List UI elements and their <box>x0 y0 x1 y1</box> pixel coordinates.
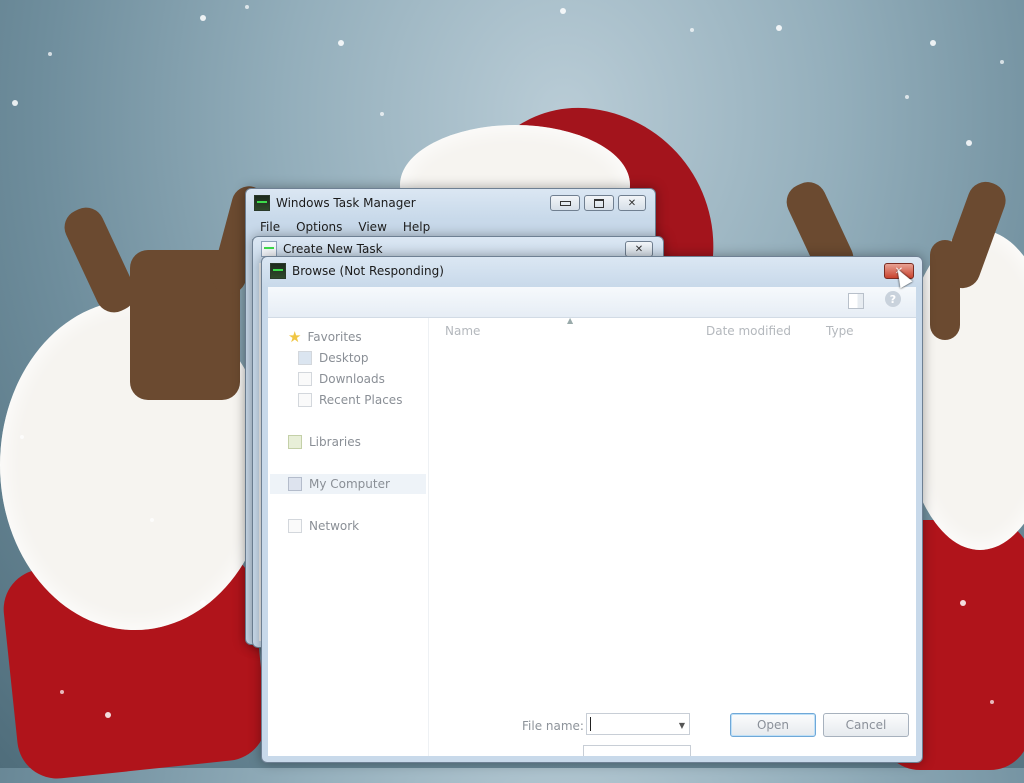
close-icon: ✕ <box>627 197 637 209</box>
create-new-task-close-button[interactable]: ✕ <box>625 241 653 257</box>
browse-title: Browse (Not Responding) <box>292 264 444 278</box>
column-name[interactable]: Name <box>445 324 480 338</box>
file-name-input[interactable]: ▼ <box>586 713 690 735</box>
file-type-filter[interactable] <box>583 745 691 756</box>
task-manager-menubar: File Options View Help <box>252 217 649 237</box>
nav-downloads-label: Downloads <box>319 372 385 386</box>
maximize-button[interactable] <box>584 195 614 211</box>
cancel-button[interactable]: Cancel <box>823 713 909 737</box>
browse-toolbar: ? <box>268 287 916 318</box>
preview-pane-icon[interactable] <box>848 293 864 309</box>
file-list[interactable]: Name ▲ Date modified Type <box>430 316 916 711</box>
menu-help[interactable]: Help <box>395 220 438 234</box>
nav-favorites-label: Favorites <box>307 330 362 344</box>
dialog-footer: File name: ▼ Open Cancel <box>268 711 916 756</box>
nav-downloads[interactable]: Downloads <box>298 369 385 389</box>
browse-content: ★ Favorites Desktop Downloads Recent Pla… <box>268 316 916 756</box>
navigation-pane: ★ Favorites Desktop Downloads Recent Pla… <box>268 318 429 756</box>
sort-caret-icon: ▲ <box>567 316 574 325</box>
menu-options[interactable]: Options <box>288 220 350 234</box>
nav-my-computer-label: My Computer <box>309 477 390 491</box>
task-manager-titlebar[interactable]: Windows Task Manager ✕ <box>246 189 655 217</box>
app-icon <box>270 263 286 279</box>
nav-my-computer[interactable]: My Computer <box>270 474 426 494</box>
nav-favorites[interactable]: ★ Favorites <box>288 327 362 347</box>
app-icon <box>254 195 270 211</box>
nav-recent-places[interactable]: Recent Places <box>298 390 402 410</box>
open-button[interactable]: Open <box>730 713 816 737</box>
nav-libraries-label: Libraries <box>309 435 361 449</box>
run-icon <box>261 241 277 257</box>
desktop-icon <box>298 351 312 365</box>
minimize-icon <box>559 200 571 206</box>
file-name-label: File name: <box>522 719 584 733</box>
computer-icon <box>288 477 302 491</box>
text-caret <box>590 717 591 731</box>
nav-recent-places-label: Recent Places <box>319 393 403 407</box>
star-icon: ★ <box>288 328 302 346</box>
dropdown-arrow-icon[interactable]: ▼ <box>679 721 685 730</box>
menu-file[interactable]: File <box>252 220 288 234</box>
library-icon <box>288 435 302 449</box>
help-icon[interactable]: ? <box>885 291 901 307</box>
glove-left-finger <box>58 201 142 319</box>
maximize-icon <box>594 198 604 208</box>
create-new-task-title: Create New Task <box>283 242 383 256</box>
column-date-modified[interactable]: Date modified <box>706 324 791 338</box>
browse-titlebar[interactable]: Browse (Not Responding) ✕ <box>262 257 922 285</box>
nav-libraries[interactable]: Libraries <box>288 432 361 452</box>
folder-icon <box>298 393 312 407</box>
nav-desktop[interactable]: Desktop <box>298 348 369 368</box>
network-icon <box>288 519 302 533</box>
nav-network-label: Network <box>309 519 360 533</box>
minimize-button[interactable] <box>550 195 580 211</box>
task-manager-close-button[interactable]: ✕ <box>618 195 646 211</box>
column-type[interactable]: Type <box>826 324 854 338</box>
nav-desktop-label: Desktop <box>319 351 369 365</box>
close-icon: ✕ <box>634 243 644 255</box>
nav-network[interactable]: Network <box>288 516 359 536</box>
browse-dialog[interactable]: Browse (Not Responding) ✕ ? ★ Favorites … <box>261 256 923 763</box>
folder-icon <box>298 372 312 386</box>
menu-view[interactable]: View <box>350 220 394 234</box>
task-manager-title: Windows Task Manager <box>276 196 416 210</box>
